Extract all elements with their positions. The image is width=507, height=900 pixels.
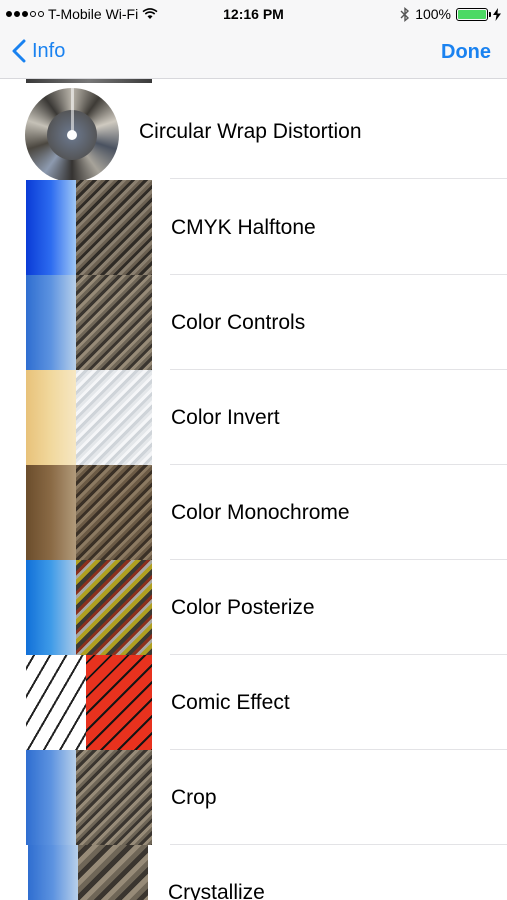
filter-thumbnail [26,370,152,465]
filter-thumbnail [25,88,119,182]
navigation-bar: Info Done [0,28,507,79]
list-item-crop[interactable]: Crop [0,750,507,845]
battery-icon [456,7,491,21]
list-item-color-invert[interactable]: Color Invert [0,370,507,465]
bluetooth-icon [400,6,410,22]
filter-label: Circular Wrap Distortion [139,120,362,143]
filter-label: Color Invert [171,406,280,429]
filter-thumbnail [26,180,152,275]
filter-label: Crop [171,786,217,809]
filter-label: Comic Effect [171,691,290,714]
list-item-color-posterize[interactable]: Color Posterize [0,560,507,655]
filter-label: Color Posterize [171,596,315,619]
filter-label: Crystallize [168,881,265,900]
list-item-circular-wrap-distortion[interactable]: Circular Wrap Distortion [0,84,507,182]
filter-thumbnail [26,275,152,370]
list-item-cmyk-halftone[interactable]: CMYK Halftone [0,180,507,275]
chevron-left-icon [12,39,26,63]
list-item-crystallize[interactable]: Crystallize [0,845,507,900]
filter-thumbnail [28,845,148,900]
back-button-label: Info [32,39,66,62]
filter-thumbnail [26,465,152,560]
done-button[interactable]: Done [441,41,491,64]
status-right: 100% [400,6,501,22]
charging-bolt-icon [493,7,501,21]
filter-thumbnail [26,560,152,655]
filter-label: Color Controls [171,311,306,334]
filter-thumbnail [26,655,152,750]
previous-thumbnail-edge [26,79,152,83]
filter-label: CMYK Halftone [171,216,316,239]
filter-label: Color Monochrome [171,501,350,524]
list-item-color-controls[interactable]: Color Controls [0,275,507,370]
status-bar: T-Mobile Wi-Fi 12:16 PM 100% [0,0,507,28]
list-item-comic-effect[interactable]: Comic Effect [0,655,507,750]
filter-list[interactable]: Circular Wrap Distortion CMYK Halftone C… [0,79,507,900]
list-item-color-monochrome[interactable]: Color Monochrome [0,465,507,560]
filter-thumbnail [26,750,152,845]
back-button[interactable]: Info [12,39,65,63]
battery-percent: 100% [415,6,451,22]
